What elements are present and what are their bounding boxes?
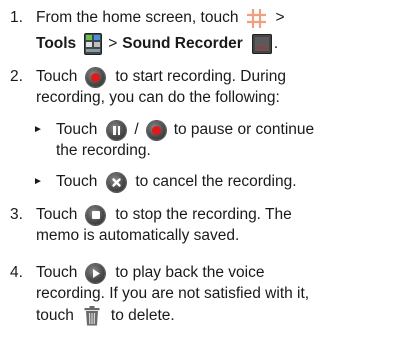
sound-recorder-icon — [251, 34, 272, 54]
step-text: Touch — [36, 206, 78, 223]
step-text: to cancel the recording. — [135, 173, 297, 190]
grid-icon — [246, 8, 267, 29]
record-dot — [151, 125, 161, 135]
step-text: Touch — [56, 173, 98, 190]
step-text: to start recording. During — [115, 68, 286, 85]
step-text: > — [275, 9, 285, 26]
step-3-line-2: memo is automatically saved. — [36, 225, 239, 247]
step-text: From the home screen, touch — [36, 9, 239, 26]
step-number: 1. — [10, 9, 23, 26]
step-text: to play back the voice — [115, 264, 265, 281]
record-icon — [146, 120, 166, 140]
sound-recorder-label: Sound Recorder — [122, 35, 243, 52]
step-text: to pause or continue — [173, 121, 315, 138]
record-dot — [91, 72, 101, 82]
bullet-icon: ► — [33, 176, 43, 187]
step-number: 4. — [10, 264, 23, 281]
play-icon — [86, 263, 106, 283]
step-text: memo is automatically saved. — [36, 227, 240, 244]
stop-square — [91, 211, 100, 219]
step-text: to delete. — [110, 307, 175, 324]
separator: > — [108, 35, 118, 52]
step-4-line-2: recording. If you are not satisfied with… — [36, 283, 309, 305]
bullet-icon: ► — [33, 124, 43, 135]
step-1-line-2: Tools > Sound Recorder . — [36, 33, 278, 55]
step-2-sub-1: Touch / to pause or continue — [56, 119, 314, 141]
step-number: 2. — [10, 68, 23, 85]
step-2-line-2: recording, you can do the following: — [36, 87, 280, 109]
pause-icon — [107, 120, 127, 140]
step-2-sub-1-cont: the recording. — [56, 140, 151, 162]
step-text: Touch — [36, 264, 78, 281]
step-4-line-1: Touch to play back the voice — [36, 262, 264, 284]
tools-folder-icon — [84, 33, 103, 55]
step-text: touch — [36, 307, 74, 324]
step-text: Touch — [36, 68, 78, 85]
step-text: . — [273, 35, 279, 52]
step-text: Touch — [56, 121, 98, 138]
step-2-sub-2: Touch to cancel the recording. — [56, 171, 297, 193]
step-1-line-1: From the home screen, touch > — [36, 7, 285, 29]
step-text: to stop the recording. The — [115, 206, 292, 223]
step-3-line-1: Touch to stop the recording. The — [36, 204, 292, 226]
pause-bar — [113, 125, 116, 135]
separator: / — [134, 121, 139, 138]
step-4-line-3: touch to delete. — [36, 305, 175, 327]
cancel-icon — [107, 172, 127, 192]
tools-label: Tools — [36, 35, 77, 52]
step-text: recording, you can do the following: — [36, 89, 280, 106]
instruction-document: 1. From the home screen, touch > Tools >… — [0, 0, 408, 364]
step-number: 3. — [10, 206, 23, 223]
record-icon — [86, 67, 106, 87]
trash-icon — [84, 306, 100, 326]
step-text: recording. If you are not satisfied with… — [36, 285, 310, 302]
stop-icon — [86, 205, 106, 225]
pause-bar — [117, 125, 121, 135]
step-text: the recording. — [56, 142, 151, 159]
step-2-line-1: Touch to start recording. During — [36, 66, 286, 88]
